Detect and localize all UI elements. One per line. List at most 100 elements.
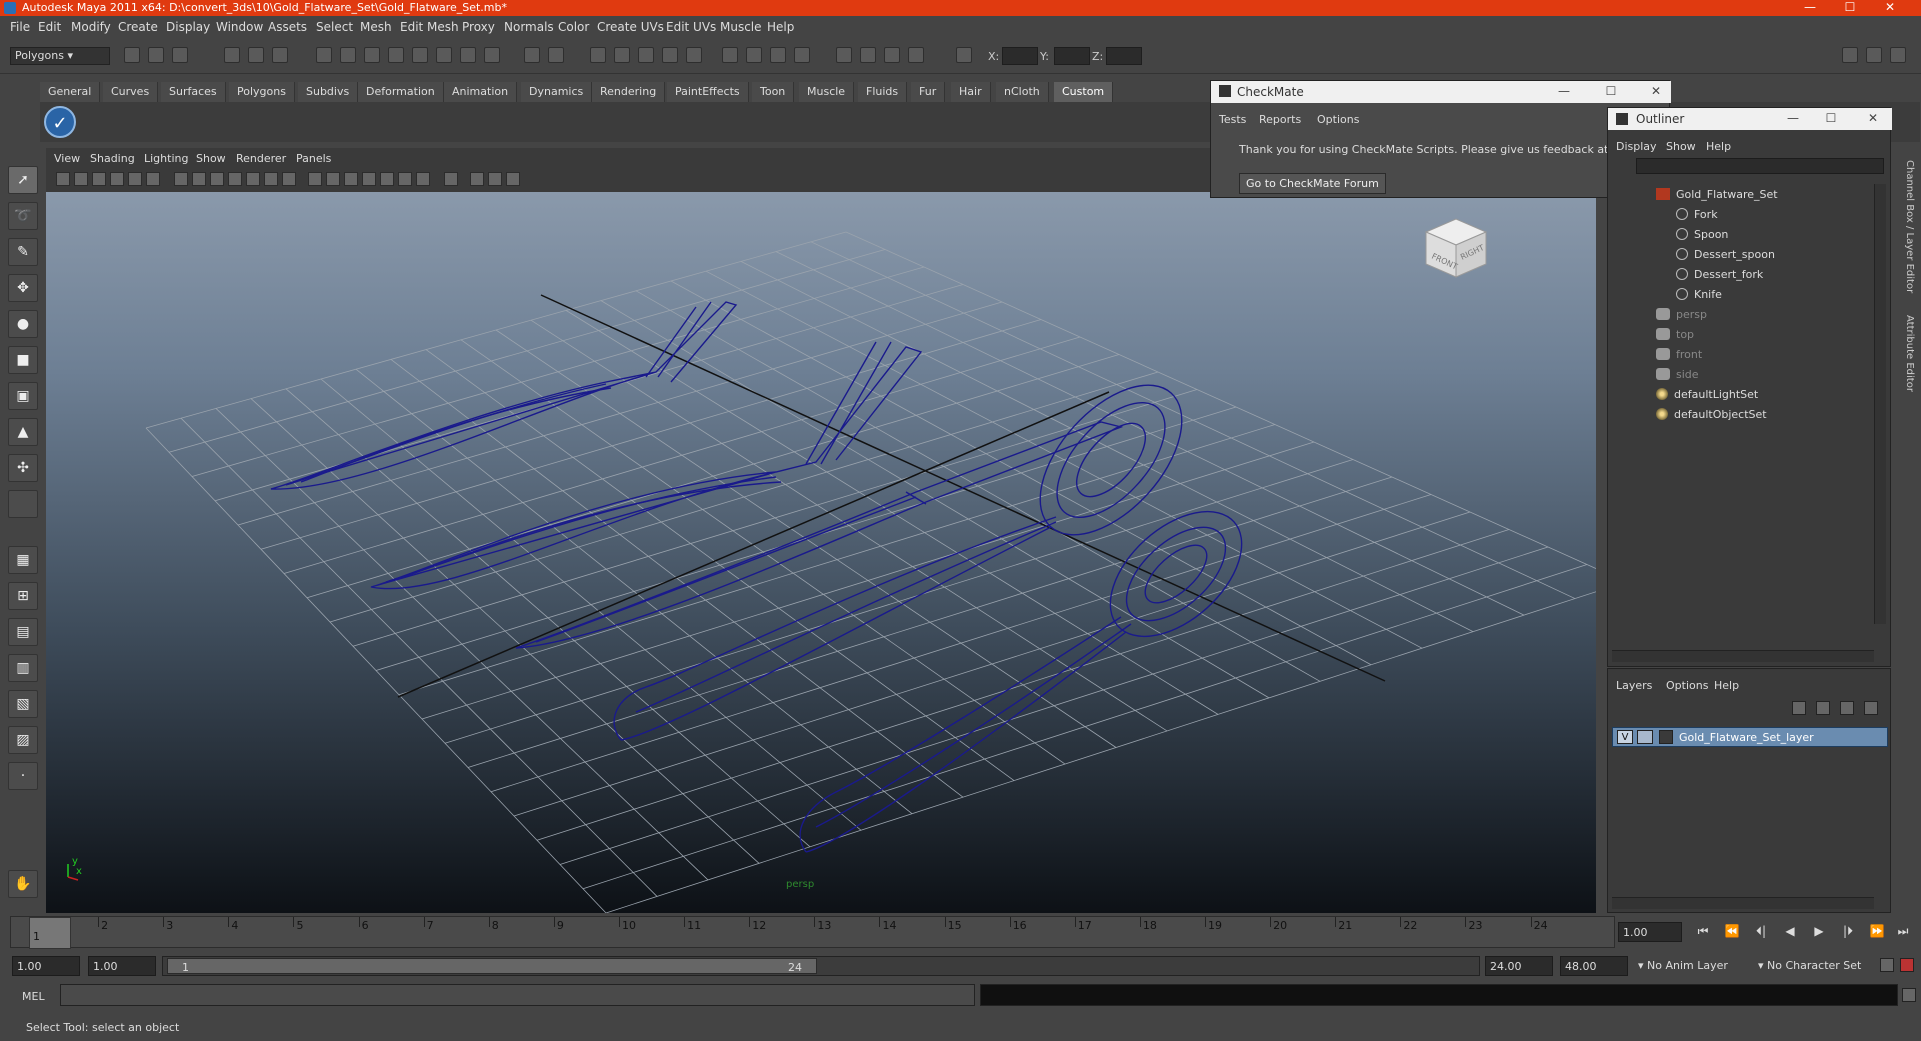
outliner-item[interactable]: Gold_Flatware_Set: [1656, 188, 1778, 201]
safe-action-icon[interactable]: [264, 172, 278, 186]
new-layer-icon[interactable]: [1840, 701, 1854, 715]
wireframe-on-shaded-icon[interactable]: [344, 172, 358, 186]
command-language-label[interactable]: MEL: [22, 990, 45, 1003]
tab-fur[interactable]: Fur: [911, 82, 946, 102]
outliner-menu-show[interactable]: Show: [1666, 140, 1696, 153]
tab-fluids[interactable]: Fluids: [858, 82, 908, 102]
outliner-vertical-scrollbar[interactable]: [1874, 184, 1886, 624]
outliner-item[interactable]: persp: [1656, 308, 1707, 321]
lock-selection-icon[interactable]: [524, 47, 540, 63]
shadows-icon[interactable]: [416, 172, 430, 186]
all-lights-icon[interactable]: [398, 172, 412, 186]
select-surfaces-icon[interactable]: [388, 47, 404, 63]
outliner-item[interactable]: defaultLightSet: [1656, 388, 1758, 401]
vp-menu-view[interactable]: View: [54, 152, 80, 165]
select-tool-icon[interactable]: ➚: [8, 166, 38, 194]
custom-layout-icon[interactable]: ·: [8, 762, 38, 790]
step-back-key-button[interactable]: ⏪: [1722, 924, 1742, 942]
menu-edit-mesh[interactable]: Edit Mesh: [400, 20, 459, 34]
menu-modify[interactable]: Modify: [71, 20, 111, 34]
layers-menu-layers[interactable]: Layers: [1616, 679, 1652, 692]
scale-tool-icon[interactable]: ■: [8, 346, 38, 374]
construction-icon[interactable]: [860, 47, 876, 63]
four-view-layout-icon[interactable]: ⊞: [8, 582, 38, 610]
step-back-frame-button[interactable]: ⏴|: [1751, 924, 1771, 942]
outliner-item[interactable]: Dessert_spoon: [1676, 248, 1775, 261]
layer-playback-toggle[interactable]: [1637, 730, 1653, 744]
tab-polygons[interactable]: Polygons: [229, 82, 295, 102]
move-layer-up-icon[interactable]: [1792, 701, 1806, 715]
image-plane-icon[interactable]: [110, 172, 124, 186]
layers-menu-help[interactable]: Help: [1714, 679, 1739, 692]
outliner-minimize-button[interactable]: —: [1778, 111, 1808, 125]
show-manipulator-icon[interactable]: ✣: [8, 454, 38, 482]
playback-start-field[interactable]: 1.00: [12, 956, 80, 976]
tab-painteffects[interactable]: PaintEffects: [667, 82, 749, 102]
outliner-item[interactable]: Dessert_fork: [1676, 268, 1763, 281]
tab-subdivs[interactable]: Subdivs: [298, 82, 359, 102]
checkmate-menu-options[interactable]: Options: [1317, 113, 1359, 126]
persp-outliner-layout-icon[interactable]: ▤: [8, 618, 38, 646]
checkmate-maximize-button[interactable]: ☐: [1596, 84, 1626, 98]
select-misc-icon[interactable]: [484, 47, 500, 63]
checkmate-minimize-button[interactable]: —: [1549, 84, 1579, 98]
vp-menu-show[interactable]: Show: [196, 152, 226, 165]
move-tool-icon[interactable]: ✥: [8, 274, 38, 302]
menu-window[interactable]: Window: [216, 20, 263, 34]
playhead[interactable]: 1: [29, 917, 71, 949]
select-joints-icon[interactable]: [340, 47, 356, 63]
textured-icon[interactable]: [362, 172, 376, 186]
menu-edit-uvs[interactable]: Edit UVs: [666, 20, 716, 34]
tab-muscle[interactable]: Muscle: [799, 82, 855, 102]
xray-joints-icon[interactable]: [488, 172, 502, 186]
go-to-end-button[interactable]: ⏭: [1893, 924, 1913, 942]
camera-select-icon[interactable]: [56, 172, 70, 186]
anim-layer-dropdown[interactable]: ▾ No Anim Layer: [1636, 956, 1730, 976]
outliner-item[interactable]: Spoon: [1676, 228, 1728, 241]
layer-visibility-toggle[interactable]: V: [1617, 730, 1633, 744]
tab-animation[interactable]: Animation: [444, 82, 518, 102]
outliner-close-button[interactable]: ✕: [1858, 111, 1888, 125]
current-frame-field[interactable]: 1.00: [1618, 922, 1682, 942]
universal-manipulator-icon[interactable]: ▣: [8, 382, 38, 410]
new-layer-selected-icon[interactable]: [1864, 701, 1878, 715]
layer-row[interactable]: V Gold_Flatware_Set_layer: [1612, 727, 1888, 747]
vp-menu-shading[interactable]: Shading: [90, 152, 135, 165]
resolution-gate-icon[interactable]: [210, 172, 224, 186]
hypershade-persp-layout-icon[interactable]: ▧: [8, 690, 38, 718]
menu-assets[interactable]: Assets: [268, 20, 307, 34]
tab-hair[interactable]: Hair: [951, 82, 991, 102]
persp-graph-layout-icon[interactable]: ▥: [8, 654, 38, 682]
render-settings-icon[interactable]: [794, 47, 810, 63]
tab-rendering[interactable]: Rendering: [592, 82, 666, 102]
gate-mask-icon[interactable]: [228, 172, 242, 186]
vp-menu-renderer[interactable]: Renderer: [236, 152, 286, 165]
menu-normals[interactable]: Normals: [504, 20, 554, 34]
outliner-item[interactable]: top: [1656, 328, 1694, 341]
outliner-item[interactable]: Fork: [1676, 208, 1718, 221]
menu-mesh[interactable]: Mesh: [360, 20, 392, 34]
menu-create[interactable]: Create: [118, 20, 158, 34]
3d-viewport[interactable]: FRONT RIGHT persp y x: [46, 192, 1596, 913]
outliner-maximize-button[interactable]: ☐: [1816, 111, 1846, 125]
animation-start-field[interactable]: 1.00: [88, 956, 156, 976]
grease-pencil-icon[interactable]: [146, 172, 160, 186]
checkmate-forum-button[interactable]: Go to CheckMate Forum: [1239, 173, 1386, 194]
outliner-item[interactable]: front: [1656, 348, 1702, 361]
render-frame-icon[interactable]: [746, 47, 762, 63]
animation-preferences-icon[interactable]: [1900, 958, 1914, 972]
outliner-filter-input[interactable]: [1636, 158, 1884, 174]
play-backwards-button[interactable]: ◀: [1780, 924, 1800, 942]
outliner-titlebar[interactable]: Outliner — ☐ ✕: [1608, 108, 1892, 130]
z-field[interactable]: [1106, 47, 1142, 65]
script-editor-icon[interactable]: [1902, 988, 1916, 1002]
tab-toon[interactable]: Toon: [752, 82, 795, 102]
outliner-item[interactable]: defaultObjectSet: [1656, 408, 1767, 421]
show-channel-box-icon[interactable]: [1890, 47, 1906, 63]
x-field[interactable]: [1002, 47, 1038, 65]
two-d-pan-icon[interactable]: [128, 172, 142, 186]
film-gate-icon[interactable]: [192, 172, 206, 186]
menu-set-select[interactable]: Polygons ▾: [10, 47, 110, 65]
tab-channel-box-layer-editor[interactable]: Channel Box / Layer Editor: [1895, 160, 1915, 293]
paint-select-tool-icon[interactable]: ✎: [8, 238, 38, 266]
